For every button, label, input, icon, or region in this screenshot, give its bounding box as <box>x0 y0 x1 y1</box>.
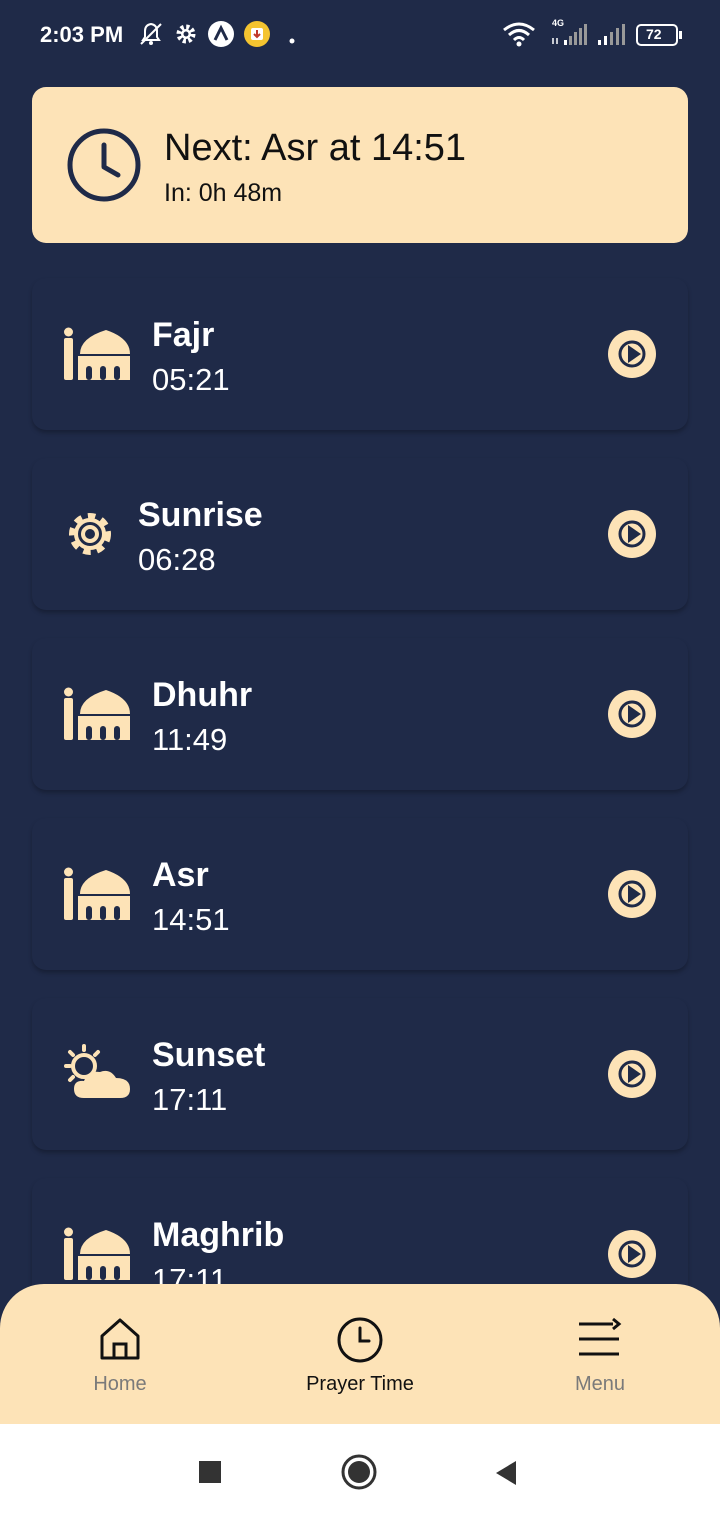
recent-apps-button[interactable] <box>199 1461 221 1488</box>
home-system-button[interactable] <box>341 1454 377 1495</box>
dot-icon <box>289 31 295 49</box>
bell-off-icon <box>138 20 164 53</box>
play-adhan-button[interactable] <box>608 510 656 558</box>
play-icon <box>618 880 646 908</box>
next-prayer-countdown: In: 0h 48m <box>164 179 283 207</box>
nav-menu[interactable]: Menu <box>500 1316 700 1396</box>
cell-signal-icon <box>596 22 628 53</box>
prayer-name: Fajr <box>152 316 215 354</box>
prayer-name: Dhuhr <box>152 676 253 714</box>
clock-icon <box>337 1317 383 1363</box>
back-system-button[interactable] <box>494 1460 518 1491</box>
mosque-icon <box>62 684 132 747</box>
sun-cloud-icon <box>62 1044 132 1107</box>
play-icon <box>618 1060 646 1088</box>
mosque-icon <box>62 864 132 927</box>
prayer-time: 11:49 <box>152 722 228 757</box>
prayer-time: 14:51 <box>152 902 230 937</box>
menu-icon <box>579 1317 622 1356</box>
play-icon <box>618 1240 646 1268</box>
gear-icon <box>173 20 199 53</box>
square-icon <box>199 1461 221 1483</box>
nav-menu-label: Menu <box>574 1373 626 1395</box>
prayer-time: 17:11 <box>152 1082 228 1117</box>
mosque-icon <box>62 1224 132 1287</box>
status-time: 2:03 PM <box>40 22 124 47</box>
wifi-icon <box>502 20 536 53</box>
system-navigation-bar <box>0 1424 720 1520</box>
next-prayer-card: Next: Asr at 14:51 In: 0h 48m <box>32 87 688 243</box>
bottom-navigation: Home Prayer Time Menu <box>0 1284 720 1424</box>
prayer-name: Sunset <box>152 1036 266 1074</box>
play-adhan-button[interactable] <box>608 1050 656 1098</box>
play-adhan-button[interactable] <box>608 690 656 738</box>
download-notification-icon <box>243 20 271 53</box>
prayer-name: Sunrise <box>138 496 263 534</box>
prayer-time: 06:28 <box>138 542 216 577</box>
network-type: 4G <box>552 18 565 28</box>
play-adhan-button[interactable] <box>608 1230 656 1278</box>
clock-icon <box>66 127 142 208</box>
battery-level: 72 <box>646 26 662 42</box>
circle-icon <box>341 1454 377 1490</box>
nav-home[interactable]: Home <box>20 1316 220 1396</box>
app-notification-icon <box>207 20 235 53</box>
prayer-time: 05:21 <box>152 362 230 397</box>
play-adhan-button[interactable] <box>608 870 656 918</box>
cell-signal-4g-icon: 4G <box>550 18 590 53</box>
prayer-row-sunrise[interactable]: Sunrise 06:28 <box>32 458 688 610</box>
prayer-name: Asr <box>152 856 209 894</box>
prayer-row-dhuhr[interactable]: Dhuhr 11:49 <box>32 638 688 790</box>
battery-icon: 72 <box>636 24 684 51</box>
play-icon <box>618 520 646 548</box>
prayer-row-sunset[interactable]: Sunset 17:11 <box>32 998 688 1150</box>
play-icon <box>618 340 646 368</box>
status-bar: 2:03 PM 4G 72 <box>0 0 720 70</box>
nav-prayer-time[interactable]: Prayer Time <box>260 1316 460 1396</box>
play-adhan-button[interactable] <box>608 330 656 378</box>
nav-home-label: Home <box>93 1373 147 1395</box>
play-icon <box>618 700 646 728</box>
prayer-name: Maghrib <box>152 1216 285 1254</box>
prayer-row-asr[interactable]: Asr 14:51 <box>32 818 688 970</box>
sun-gear-icon <box>62 506 118 567</box>
nav-prayer-time-label: Prayer Time <box>306 1373 414 1395</box>
prayer-row-fajr[interactable]: Fajr 05:21 <box>32 278 688 430</box>
next-prayer-title: Next: Asr at 14:51 <box>164 127 467 169</box>
back-triangle-icon <box>496 1461 516 1485</box>
mosque-icon <box>62 324 132 387</box>
home-icon <box>100 1318 140 1360</box>
